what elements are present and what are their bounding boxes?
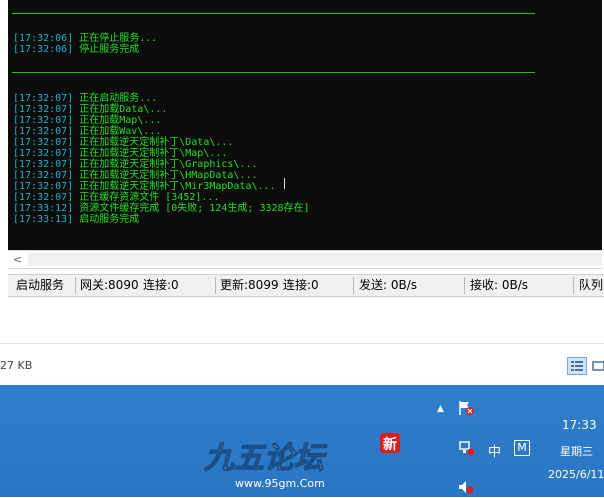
queue-label: 队列 <box>579 278 604 292</box>
svg-text:九五论坛: 九五论坛 <box>203 441 328 476</box>
log-line: [17:32:06] 停止服务完成 <box>13 44 140 55</box>
server-log-console: [17:32:06] 正在停止服务... [17:32:06] 停止服务完成 [… <box>8 0 602 250</box>
send-rate: 发送: 0B/s <box>359 278 418 292</box>
log-line: [17:32:07] 正在加载逆天定制补丁\Graphics\... <box>13 159 258 170</box>
log-line: [17:32:07] 正在加载逆天定制补丁\Map\... <box>13 148 228 159</box>
text-cursor <box>284 178 285 189</box>
log-line: [17:32:07] 正在加载逆天定制补丁\Mir3MapData\... <box>13 181 276 192</box>
gateway-port: 网关:8090 <box>80 278 139 292</box>
svg-text:www.95gm.Com: www.95gm.Com <box>235 477 325 490</box>
service-state: 启动服务 <box>16 278 65 292</box>
large-icons-view-icon <box>592 361 604 371</box>
scroll-left-arrow-icon[interactable]: < <box>11 253 24 266</box>
log-line: [17:32:06] 正在停止服务... <box>13 33 158 44</box>
explorer-window-fragment: 27 KB <box>0 297 604 385</box>
horizontal-scrollbar[interactable]: < <box>8 250 602 269</box>
status-bar: 启动服务 网关:8090 连接:0 更新:8099 连接:0 发送: 0B/s … <box>8 274 604 297</box>
details-view-button[interactable] <box>567 357 587 375</box>
gateway-connections: 连接:0 <box>143 278 179 292</box>
ime-chinese-indicator[interactable]: 中 <box>488 441 501 460</box>
show-hidden-icons-chevron-icon[interactable]: ▲ <box>437 404 444 414</box>
log-line: [17:32:07] 正在启动服务... <box>13 93 158 104</box>
scrollbar-track[interactable] <box>28 253 602 266</box>
ime-mode-indicator[interactable]: M <box>514 440 530 456</box>
log-line: [17:32:07] 正在加载Map\... <box>13 115 162 126</box>
forum-logo: 九五论坛 新 www.95gm.Com <box>200 430 410 490</box>
separator-line <box>12 72 535 73</box>
file-size-status: 27 KB <box>0 359 33 372</box>
log-line: [17:32:07] 正在加载逆天定制补丁\Data\... <box>13 137 234 148</box>
log-line: [17:33:13] 启动服务完成 <box>13 214 140 225</box>
log-line: [17:33:12] 资源文件缓存完成 [0失败; 124生成; 3328存在] <box>13 203 310 214</box>
network-icon[interactable] <box>457 440 475 460</box>
log-line: [17:32:07] 正在加载逆天定制补丁\HMapData\... <box>13 170 258 181</box>
update-connections: 连接:0 <box>283 278 319 292</box>
separator-line <box>12 13 535 14</box>
speaker-muted-icon[interactable] <box>457 480 475 498</box>
clock-weekday[interactable]: 星期三 <box>560 443 593 459</box>
details-view-icon <box>571 361 583 371</box>
receive-rate: 接收: 0B/s <box>470 278 529 292</box>
clock-time[interactable]: 17:33 <box>562 418 597 432</box>
log-line: [17:32:07] 正在加载Data\... <box>13 104 168 115</box>
update-port: 更新:8099 <box>220 278 279 292</box>
taskbar: ▲ 中 M 17:33 星期三 2025/6/11 九五论坛 新 www.95g… <box>0 385 604 497</box>
svg-text:新: 新 <box>383 436 397 453</box>
flag-error-icon[interactable] <box>457 400 475 420</box>
log-line: [17:32:07] 正在缓存资源文件 [3452]... <box>13 192 220 203</box>
clock-date[interactable]: 2025/6/11 <box>548 468 604 481</box>
large-icons-view-button[interactable] <box>590 357 604 375</box>
log-line: [17:32:07] 正在加载Wav\... <box>13 126 162 137</box>
